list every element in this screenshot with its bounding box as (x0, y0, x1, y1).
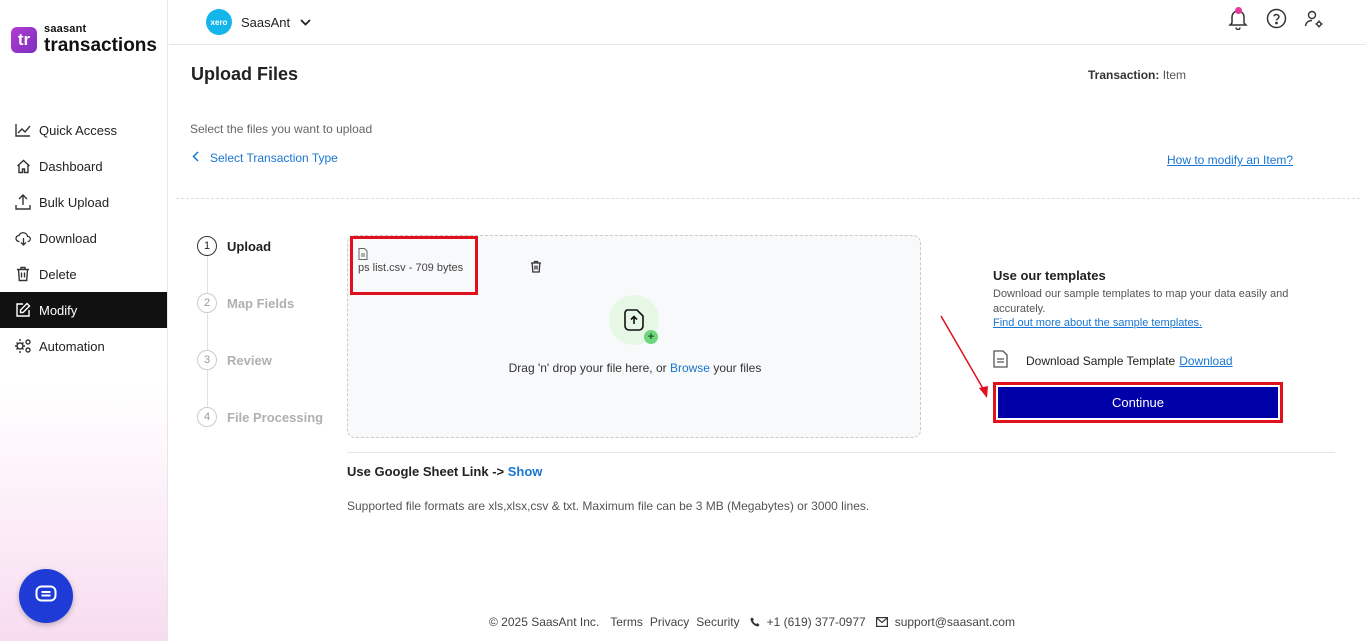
sidebar-nav: Quick Access Dashboard Bulk Upload Downl… (0, 112, 167, 364)
step-file-processing: 4 File Processing (197, 406, 323, 428)
step-number: 2 (197, 293, 217, 313)
sidebar-item-label: Modify (39, 302, 78, 318)
chevron-left-icon (192, 151, 199, 165)
user-gear-icon (1304, 9, 1324, 34)
user-settings-button[interactable] (1302, 9, 1326, 33)
logo-brand: saasant (44, 23, 87, 35)
step-number: 4 (197, 407, 217, 427)
step-label: Map Fields (227, 295, 295, 311)
divider (347, 452, 1335, 453)
sidebar-item-label: Automation (39, 338, 105, 354)
upload-file-icon[interactable]: + (609, 295, 659, 345)
app-logo[interactable]: tr saasant transactions (11, 24, 157, 55)
transaction-type: Transaction: Item (1088, 68, 1186, 82)
chart-line-icon (14, 121, 32, 139)
step-map-fields: 2 Map Fields (197, 292, 323, 314)
sidebar-item-label: Download (39, 230, 97, 246)
sidebar-item-label: Dashboard (39, 158, 103, 174)
gears-icon (14, 337, 32, 355)
phone-number[interactable]: +1 (619) 377-0977 (767, 615, 866, 629)
chevron-down-icon (300, 13, 311, 31)
continue-highlight: Continue (993, 382, 1283, 423)
sidebar-item-label: Quick Access (39, 122, 118, 138)
org-switcher[interactable]: xero SaasAnt (206, 9, 311, 35)
page-title: Upload Files (191, 64, 299, 84)
download-template-label: Download Sample Template (1026, 353, 1176, 368)
topbar: xero SaasAnt (169, 0, 1366, 45)
file-dropzone[interactable]: ps list.csv - 709 bytes + Drag 'n' drop … (347, 235, 921, 438)
home-icon (14, 157, 32, 175)
sidebar-item-label: Bulk Upload (39, 194, 110, 210)
footer: © 2025 SaasAnt Inc. Terms Privacy Securi… (489, 615, 1015, 629)
transaction-label: Transaction: (1088, 68, 1160, 82)
google-sheet-label: Use Google Sheet Link -> (347, 464, 505, 479)
page-subtitle: Select the files you want to upload (190, 122, 373, 136)
back-link-label: Select Transaction Type (210, 151, 338, 165)
notifications-button[interactable] (1226, 7, 1250, 33)
transaction-value: Item (1162, 68, 1187, 82)
mail-icon (875, 617, 888, 627)
plus-icon: + (644, 330, 658, 344)
file-name: ps list.csv - 709 bytes (358, 262, 464, 274)
templates-description: Download our sample templates to map you… (993, 288, 1289, 315)
sidebar-item-download[interactable]: Download (0, 220, 167, 256)
show-google-sheet-button[interactable]: Show (508, 464, 543, 479)
document-icon (993, 350, 1008, 371)
cloud-download-icon (14, 229, 32, 247)
step-upload: 1 Upload (197, 235, 323, 257)
step-label: Review (227, 352, 272, 368)
copyright: © 2025 SaasAnt Inc. (489, 615, 600, 629)
support-email[interactable]: support@saasant.com (895, 615, 1015, 629)
chat-button[interactable] (19, 569, 73, 623)
browse-link[interactable]: Browse (670, 361, 710, 375)
download-sample-template: Download Sample Template Download (993, 350, 1233, 371)
divider (176, 198, 1360, 199)
templates-title: Use our templates (993, 268, 1106, 283)
sidebar-item-automation[interactable]: Automation (0, 328, 167, 364)
supported-formats-note: Supported file formats are xls,xlsx,csv … (347, 499, 870, 513)
annotation-arrow (940, 315, 988, 398)
trash-icon (14, 265, 32, 283)
notification-badge (1235, 7, 1242, 14)
step-label: File Processing (227, 409, 324, 425)
upload-icon (14, 193, 32, 211)
help-icon (1266, 8, 1287, 34)
step-number: 3 (197, 350, 217, 370)
phone-icon (750, 617, 760, 627)
logo-product: transactions (44, 35, 157, 56)
sample-templates-link[interactable]: Find out more about the sample templates… (993, 317, 1202, 329)
sidebar-item-label: Delete (39, 266, 77, 282)
stepper: 1 Upload 2 Map Fields 3 Review 4 File Pr… (197, 235, 323, 463)
top-actions (1226, 7, 1326, 34)
help-button[interactable] (1264, 8, 1288, 34)
select-transaction-type-link[interactable]: Select Transaction Type (192, 151, 338, 165)
xero-logo: xero (206, 9, 232, 35)
step-number: 1 (197, 236, 217, 256)
org-name: SaasAnt (241, 14, 291, 30)
edit-icon (14, 301, 32, 319)
continue-button[interactable]: Continue (998, 387, 1278, 418)
google-sheet-link-row: Use Google Sheet Link -> Show (347, 464, 542, 479)
sidebar-item-delete[interactable]: Delete (0, 256, 167, 292)
remove-file-icon[interactable] (530, 260, 542, 278)
privacy-link[interactable]: Privacy (650, 615, 689, 629)
step-label: Upload (227, 238, 272, 254)
sidebar-item-bulk-upload[interactable]: Bulk Upload (0, 184, 167, 220)
logo-mark: tr (11, 26, 37, 53)
security-link[interactable]: Security (696, 615, 739, 629)
sidebar-item-modify[interactable]: Modify (0, 292, 167, 328)
chat-icon (35, 585, 57, 608)
terms-link[interactable]: Terms (610, 615, 643, 629)
sidebar: tr saasant transactions Quick Access Das… (0, 0, 168, 641)
how-to-modify-link[interactable]: How to modify an Item? (1167, 153, 1293, 167)
dropzone-instructions: Drag 'n' drop your file here, or Browse … (508, 361, 762, 375)
sidebar-item-dashboard[interactable]: Dashboard (0, 148, 167, 184)
uploaded-file-chip: ps list.csv - 709 bytes (350, 236, 478, 295)
sidebar-item-quick-access[interactable]: Quick Access (0, 112, 167, 148)
step-review: 3 Review (197, 349, 323, 371)
download-template-link[interactable]: Download (1179, 354, 1232, 368)
